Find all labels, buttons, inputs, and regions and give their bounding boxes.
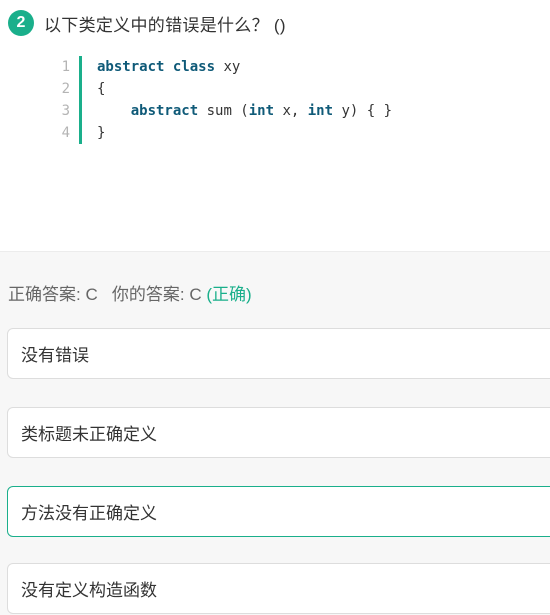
- code-keyword: abstract: [130, 103, 199, 119]
- option-c[interactable]: 方法没有正确定义: [7, 486, 550, 537]
- code-line: 4}: [54, 122, 392, 144]
- question-header: 2 以下类定义中的错误是什么？ (): [8, 10, 286, 36]
- code-text: abstract sum (int x, int y) { }: [82, 100, 392, 122]
- line-number: 1: [61, 59, 70, 75]
- code-text: abstract class xy: [82, 56, 240, 78]
- code-keyword: class: [172, 59, 216, 75]
- code-token: y) { }: [333, 103, 393, 119]
- option-label: 没有错误: [21, 346, 89, 365]
- code-line: 1 abstract class xy: [54, 56, 392, 78]
- option-label: 没有定义构造函数: [21, 581, 157, 600]
- code-text: {: [82, 78, 105, 100]
- code-token: x,: [274, 103, 308, 119]
- option-d[interactable]: 没有定义构造函数: [7, 563, 550, 614]
- code-token: xy: [215, 59, 241, 75]
- option-a[interactable]: 没有错误: [7, 328, 550, 379]
- code-block: 1 abstract class xy 2{3 abstract sum (int …: [54, 56, 392, 144]
- code-token: sum (: [198, 103, 249, 119]
- correct-answer-label: 正确答案: C: [8, 285, 98, 304]
- line-number: 2: [61, 81, 70, 97]
- answer-result-label: (正确): [206, 285, 252, 304]
- code-text: }: [82, 122, 105, 144]
- option-b[interactable]: 类标题未正确定义: [7, 407, 550, 458]
- question-number-badge: 2: [8, 10, 34, 36]
- your-answer-label: 你的答案: C: [111, 285, 202, 304]
- line-number: 3: [61, 103, 70, 119]
- code-token: {: [97, 81, 106, 97]
- code-keyword: int: [307, 103, 334, 119]
- code-line: 3 abstract sum (int x, int y) { }: [54, 100, 392, 122]
- option-label: 方法没有正确定义: [21, 504, 157, 523]
- code-keyword: int: [248, 103, 275, 119]
- line-number: 4: [61, 125, 70, 141]
- code-token: }: [97, 125, 106, 141]
- question-text: 以下类定义中的错误是什么？ (): [44, 15, 286, 35]
- answer-summary: 正确答案: C 你的答案: C (正确): [8, 280, 252, 305]
- option-label: 类标题未正确定义: [21, 425, 157, 444]
- code-keyword: abstract: [97, 59, 165, 75]
- code-line: 2{: [54, 78, 392, 100]
